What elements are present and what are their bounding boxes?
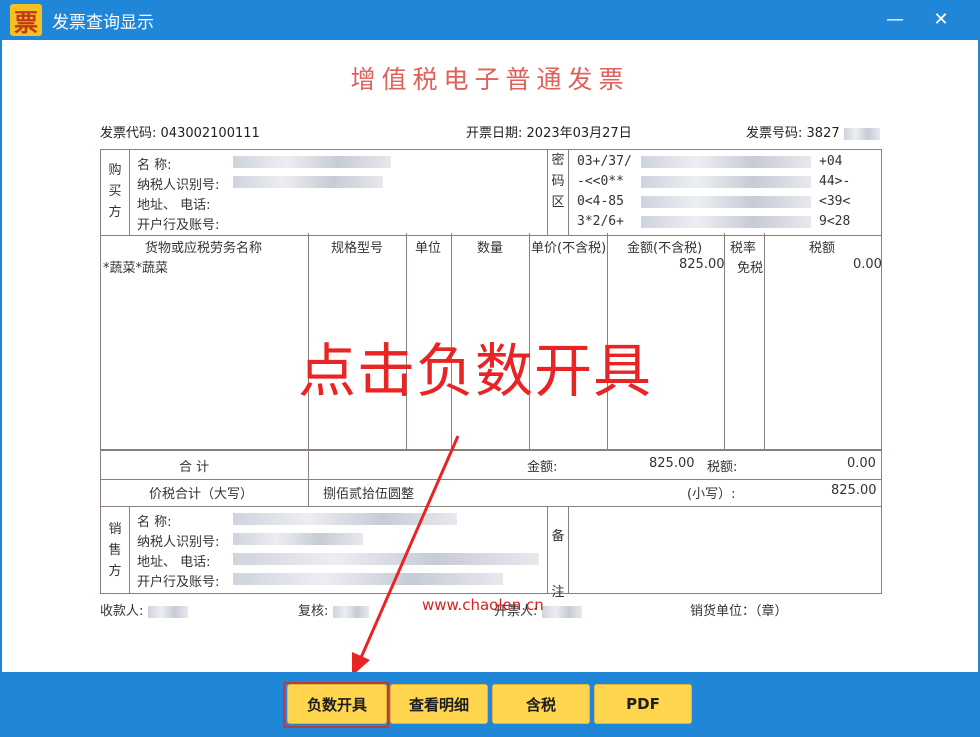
cipher-line: 03+/37/ [577, 154, 632, 169]
invoice-date: 开票日期: 2023年03月27日 [466, 122, 632, 141]
redacted-block [641, 216, 811, 228]
tax-included-button[interactable]: 含税 [492, 684, 590, 724]
col-header-tax: 税额 [809, 241, 836, 256]
seller-bank-label: 开户行及账号: [137, 575, 220, 590]
seller-side-label: 销售方 [108, 522, 122, 579]
reviewer: 复核: [298, 600, 369, 619]
cipher-tail: +04 [819, 154, 843, 169]
redacted-block [843, 127, 880, 140]
close-button[interactable]: ✕ [930, 8, 952, 30]
item-name: *蔬菜*蔬菜 [103, 261, 169, 276]
buyer-bank-label: 开户行及账号: [137, 218, 220, 233]
cipher-line: -<<0** [577, 174, 624, 189]
payee-label: 收款人: [100, 604, 144, 619]
seller-taxid-label: 纳税人识别号: [137, 535, 220, 550]
invoice-number-label: 发票号码: [746, 126, 803, 141]
total-amount-label: 金额: [527, 460, 558, 475]
seal: 销货单位：（章） [690, 604, 788, 619]
buyer-address-label: 地址、 电话: [137, 198, 211, 213]
invoice-number: 发票号码: 3827 [746, 122, 880, 141]
col-header-rate: 税率 [730, 241, 757, 256]
cipher-tail: 44>- [819, 174, 851, 189]
col-header-unit: 单位 [415, 241, 442, 256]
action-bar: 负数开具 查看明细 含税 PDF [0, 672, 980, 737]
item-rate: 免税 [737, 261, 764, 276]
buyer-name-label: 名 称: [137, 158, 172, 173]
pdf-button[interactable]: PDF [594, 684, 692, 724]
view-details-button[interactable]: 查看明细 [390, 684, 488, 724]
item-amount: 825.00 [679, 257, 725, 272]
highlight-box [283, 682, 389, 728]
redacted-block [233, 513, 457, 525]
col-header-name: 货物或应税劳务名称 [145, 241, 263, 256]
invoice-code-value: 043002100111 [160, 126, 260, 141]
buyer-section: 购买方 名 称: 纳税人识别号: 地址、 电话: 开户行及账号: 密码区 03+… [100, 149, 882, 236]
buyer-taxid-label: 纳税人识别号: [137, 178, 220, 193]
title-bar: 票 发票查询显示 — ✕ [0, 0, 980, 40]
seller-section: 销售方 名 称: 纳税人识别号: 地址、 电话: 开户行及账号: 备注 [100, 506, 882, 600]
col-header-price: 单价(不含税) [531, 241, 607, 256]
invoice-code-label: 发票代码: [100, 126, 157, 141]
seller-address-label: 地址、 电话: [137, 555, 211, 570]
total-label: 合 计 [179, 460, 210, 475]
col-header-spec: 规格型号 [331, 241, 384, 256]
redacted-block [541, 605, 582, 618]
cipher-tail: <39< [819, 194, 851, 209]
cipher-tail: 9<28 [819, 214, 851, 229]
redacted-block [233, 533, 363, 545]
window-title: 发票查询显示 [52, 13, 154, 33]
website-watermark: www.chaolen.cn [422, 596, 544, 614]
redacted-block [641, 176, 811, 188]
minimize-button[interactable]: — [884, 8, 906, 30]
grand-total-row: 价税合计（大写） 捌佰贰拾伍圆整 (小写）: 825.00 [100, 477, 882, 507]
redacted-block [332, 605, 369, 618]
invoice-title: 增值税电子普通发票 [350, 65, 630, 94]
grand-total-label: 价税合计（大写） [149, 487, 254, 502]
payee: 收款人: [100, 600, 188, 619]
invoice-number-value: 3827 [806, 126, 840, 141]
item-tax: 0.00 [853, 257, 882, 272]
invoice-code: 发票代码: 043002100111 [100, 122, 260, 141]
total-tax: 0.00 [847, 456, 876, 471]
redacted-block [641, 196, 811, 208]
cipher-label: 密码区 [551, 153, 565, 210]
buyer-side-label: 购买方 [108, 163, 122, 220]
instruction-annotation: 点击负数开具 [298, 337, 653, 405]
grand-total-small: 825.00 [831, 483, 877, 498]
total-row: 合 计 金额: 825.00 税额: 0.00 [100, 449, 882, 480]
grand-total-words: 捌佰贰拾伍圆整 [323, 487, 415, 502]
grand-total-small-label: (小写）: [687, 487, 736, 502]
col-header-qty: 数量 [477, 241, 504, 256]
total-amount: 825.00 [649, 456, 695, 471]
invoice-date-value: 2023年03月27日 [526, 126, 632, 141]
redacted-block [233, 156, 391, 168]
redacted-block [233, 573, 503, 585]
cipher-line: 0<4-85 [577, 194, 624, 209]
reviewer-label: 复核: [298, 604, 329, 619]
col-header-amount: 金额(不含税) [627, 241, 703, 256]
invoice-date-label: 开票日期: [466, 126, 523, 141]
total-tax-label: 税额: [707, 460, 738, 475]
redacted-block [147, 605, 188, 618]
redacted-block [641, 156, 811, 168]
seller-name-label: 名 称: [137, 515, 172, 530]
redacted-block [233, 176, 383, 188]
app-icon: 票 [10, 4, 42, 37]
redacted-block [233, 553, 539, 565]
cipher-line: 3*2/6+ [577, 214, 624, 229]
